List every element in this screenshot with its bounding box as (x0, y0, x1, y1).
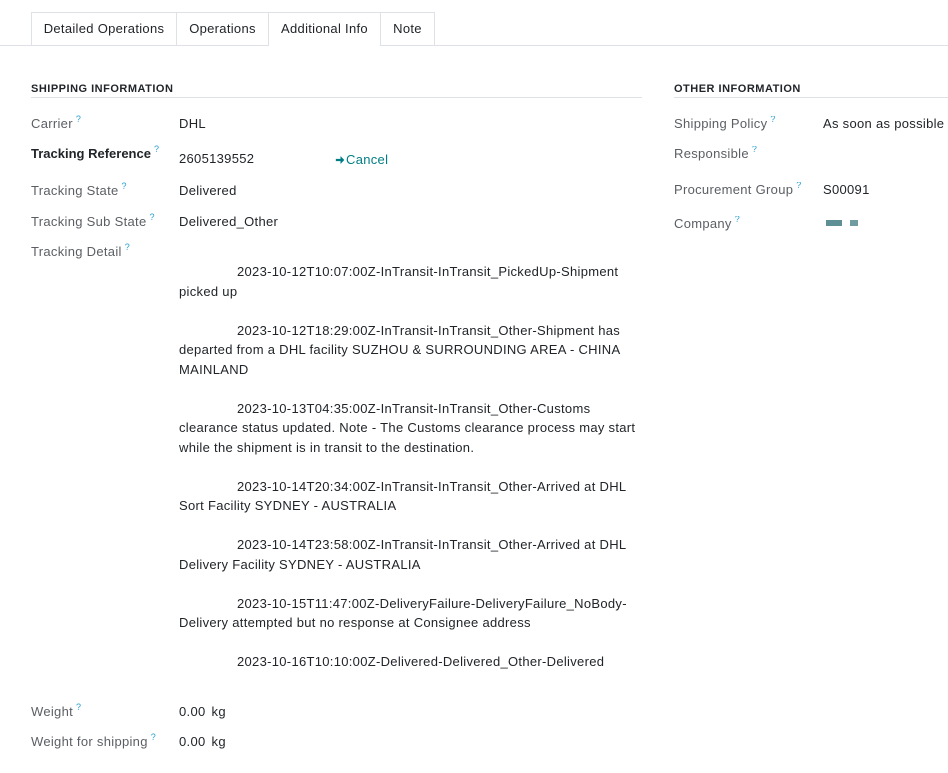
company-help-icon: ? (734, 216, 740, 224)
responsible-input[interactable] (823, 146, 943, 162)
tracking-state-label: Tracking State? (31, 181, 127, 199)
shipping-policy-field: Shipping Policy? As soon as possible (674, 116, 948, 136)
tracking-reference-input[interactable]: 2605139552 (179, 151, 254, 167)
weight-label: Weight? (31, 702, 82, 720)
responsible-label: Responsible? (674, 146, 757, 162)
weight-for-shipping-unit: kg (211, 734, 226, 749)
weight-field: Weight? 0.00 kg (31, 702, 642, 724)
weight-for-shipping-label: Weight for shipping? (31, 732, 156, 750)
weight-for-shipping-amount: 0.00 (179, 734, 206, 749)
shipping-policy-help-icon: ? (770, 116, 776, 124)
carrier-label-text: Carrier (31, 116, 73, 131)
cancel-tracking-button[interactable]: Cancel (335, 152, 388, 168)
tracking-detail-field: Tracking Detail? (31, 242, 642, 264)
procurement-group-help-icon: ? (796, 182, 802, 190)
responsible-field: Responsible? (674, 146, 948, 166)
notebook-tabs: Detailed Operations Operations Additiona… (0, 12, 948, 46)
tab-detailed-operations[interactable]: Detailed Operations (31, 12, 177, 45)
tracking-sub-state-field: Tracking Sub State? Delivered_Other (31, 212, 642, 234)
weight-amount: 0.00 (179, 704, 206, 719)
arrow-right-icon (335, 156, 345, 164)
tracking-state-value: Delivered (179, 183, 237, 198)
responsible-help-icon: ? (751, 146, 757, 154)
tracking-state-help-icon: ? (121, 181, 127, 191)
weight-help-icon: ? (76, 702, 82, 712)
tracking-sub-state-label: Tracking Sub State? (31, 212, 155, 230)
company-redacted-block (850, 220, 858, 226)
tracking-state-field: Tracking State? Delivered (31, 181, 642, 203)
tracking-detail-help-icon: ? (124, 242, 130, 252)
tracking-detail-entry: 2023-10-16T10:10:00Z-Delivered-Delivered… (237, 654, 605, 669)
tab-additional-info[interactable]: Additional Info (268, 12, 381, 46)
procurement-group-field: Procurement Group? S00091 (674, 182, 948, 202)
cancel-label: Cancel (346, 152, 389, 167)
company-redacted-block (826, 220, 842, 226)
procurement-group-label-text: Procurement Group (674, 182, 794, 197)
shipping-policy-select[interactable]: As soon as possible (823, 116, 944, 132)
responsible-label-text: Responsible (674, 146, 749, 161)
other-information-heading: OTHER INFORMATION (674, 81, 948, 98)
company-field: Company? (674, 216, 948, 236)
carrier-field: Carrier? DHL (31, 114, 642, 136)
shipping-policy-label-text: Shipping Policy (674, 116, 768, 131)
tracking-sub-state-value: Delivered_Other (179, 214, 279, 229)
weight-for-shipping-field: Weight for shipping? 0.00 kg (31, 732, 642, 754)
shipping-policy-label: Shipping Policy? (674, 116, 775, 132)
tracking-reference-label-text: Tracking Reference (31, 146, 151, 161)
tracking-detail-entry: 2023-10-15T11:47:00Z-DeliveryFailure-Del… (179, 595, 627, 631)
shipping-information-heading: SHIPPING INFORMATION (31, 81, 642, 98)
tracking-detail-entry: 2023-10-14T23:58:00Z-InTransit-InTransit… (179, 537, 626, 572)
company-value[interactable] (823, 216, 863, 232)
tracking-state-label-text: Tracking State (31, 183, 119, 198)
company-label-text: Company (674, 216, 732, 231)
tracking-detail-entry: 2023-10-14T20:34:00Z-InTransit-InTransit… (179, 478, 626, 514)
tracking-detail-entry: 2023-10-12T10:07:00Z-InTransit-InTransit… (179, 264, 619, 299)
tracking-sub-state-label-text: Tracking Sub State (31, 214, 147, 229)
weight-unit: kg (211, 704, 226, 719)
carrier-help-icon: ? (75, 114, 81, 124)
weight-for-shipping-label-text: Weight for shipping (31, 734, 148, 749)
weight-for-shipping-help-icon: ? (150, 732, 156, 742)
carrier-value[interactable]: DHL (179, 116, 206, 132)
transfer-form-additional-info: Detailed Operations Operations Additiona… (0, 0, 948, 773)
tracking-detail-entry: 2023-10-12T18:29:00Z-InTransit-InTransit… (179, 322, 621, 377)
tracking-detail-label-text: Tracking Detail (31, 244, 122, 259)
tracking-reference-field: Tracking Reference? 2605139552 Cancel (31, 144, 642, 168)
weight-value: 0.00 kg (179, 704, 226, 720)
tracking-reference-label: Tracking Reference? (31, 144, 159, 162)
tracking-sub-state-help-icon: ? (149, 212, 155, 222)
tracking-detail-entry: 2023-10-13T04:35:00Z-InTransit-InTransit… (179, 400, 636, 455)
weight-label-text: Weight (31, 704, 74, 719)
tracking-detail-content: 2023-10-12T10:07:00Z-InTransit-InTransit… (179, 262, 643, 691)
procurement-group-label: Procurement Group? (674, 182, 801, 198)
tracking-reference-help-icon: ? (153, 144, 159, 154)
tab-note[interactable]: Note (380, 12, 435, 45)
procurement-group-link[interactable]: S00091 (823, 182, 870, 198)
company-label: Company? (674, 216, 740, 232)
tracking-detail-label: Tracking Detail? (31, 242, 130, 260)
tab-operations[interactable]: Operations (176, 12, 269, 45)
carrier-label: Carrier? (31, 114, 81, 132)
weight-for-shipping-input[interactable]: 0.00 kg (179, 734, 226, 750)
